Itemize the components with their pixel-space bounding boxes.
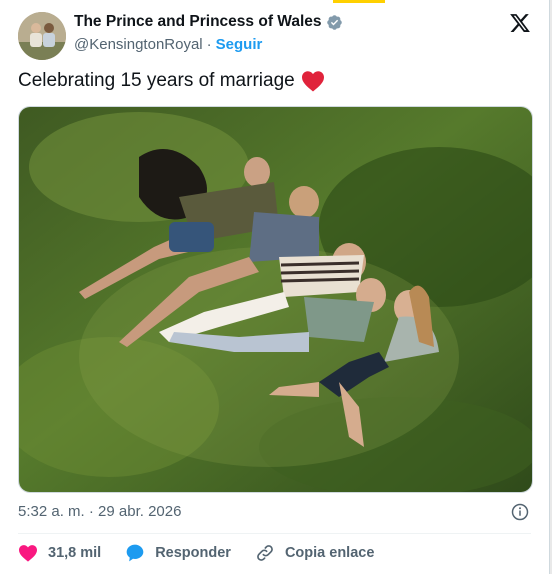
link-icon <box>257 545 273 561</box>
handle-separator: · <box>206 36 212 53</box>
divider <box>18 533 531 534</box>
like-heart-icon <box>19 545 37 562</box>
follow-button[interactable]: Seguir <box>216 36 263 53</box>
tweet-photo[interactable] <box>18 106 533 493</box>
reply-bubble-icon <box>126 544 144 562</box>
tweet-text: Celebrating 15 years of marriage <box>18 70 295 91</box>
timestamp-text[interactable]: 5:32 a. m. · 29 abr. 2026 <box>18 503 181 520</box>
like-button[interactable]: 31,8 mil <box>18 544 101 562</box>
timestamp[interactable]: 5:32 a. m. · 29 abr. 2026 <box>18 503 181 520</box>
action-bar: 31,8 mil Responder Copia enlace <box>18 543 398 563</box>
avatar[interactable] <box>18 12 66 60</box>
like-count: 31,8 mil <box>48 545 102 561</box>
heart-emoji-icon <box>301 71 324 92</box>
top-accent-bar <box>333 0 385 3</box>
tweet-text-row: Celebrating 15 years of marriage <box>18 70 325 92</box>
reply-label: Responder <box>155 545 231 561</box>
info-icon[interactable] <box>511 503 529 521</box>
display-name[interactable]: The Prince and Princess of Wales <box>74 13 322 31</box>
family-photo-image <box>19 107 532 492</box>
copy-link-label: Copia enlace <box>284 545 375 561</box>
x-logo-icon[interactable] <box>509 12 531 34</box>
reply-button[interactable]: Responder <box>125 543 231 563</box>
author-name-row: The Prince and Princess of Wales <box>74 13 343 31</box>
tweet-card: The Prince and Princess of Wales @Kensin… <box>0 0 550 574</box>
handle[interactable]: @KensingtonRoyal <box>74 36 203 53</box>
handle-row: @KensingtonRoyal · Seguir <box>74 36 262 53</box>
verified-badge-icon <box>326 14 342 30</box>
copy-link-button[interactable]: Copia enlace <box>255 543 374 563</box>
